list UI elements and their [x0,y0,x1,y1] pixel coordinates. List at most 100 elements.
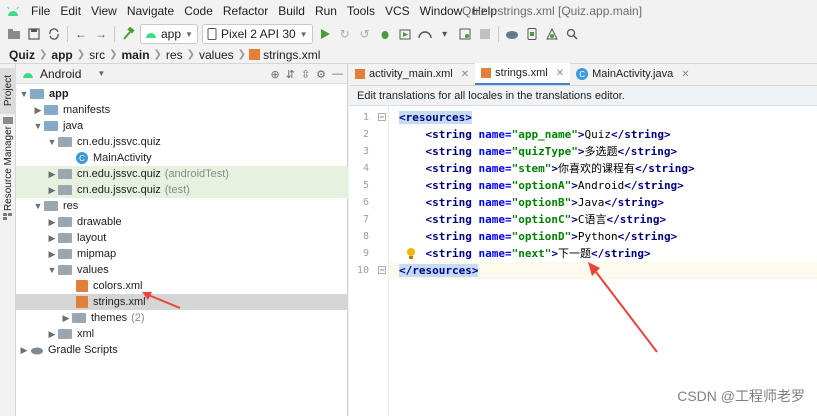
debug-icon[interactable] [375,24,395,44]
chevron-right-icon[interactable]: ▶ [46,169,58,180]
forward-icon[interactable]: → [91,24,111,44]
chevron-down-icon[interactable]: ▼ [18,89,30,99]
tree-item-themes[interactable]: ▶ themes (2) [16,310,348,326]
tree-item-package-androidtest[interactable]: ▶ cn.edu.jssvc.quiz (androidTest) [16,166,348,182]
tree-item-java[interactable]: ▼ java [16,118,348,134]
menu-file[interactable]: File [26,0,55,22]
chevron-down-icon[interactable]: ▼ [32,201,44,211]
breadcrumb: Quiz ❯ app ❯ src ❯ main ❯ res ❯ values ❯… [0,46,817,64]
breadcrumb-separator-icon: ❯ [109,49,118,60]
breadcrumb-item[interactable]: res [163,48,186,62]
code-line: <string name="optionC">C语言</string> [425,213,667,226]
minimize-icon[interactable]: — [332,68,343,80]
locate-icon[interactable]: ⊕ [270,68,279,81]
tree-item-res[interactable]: ▼ res [16,198,348,214]
search-icon[interactable] [562,24,582,44]
code-line: <string name="optionB">Java</string> [425,196,664,209]
attach-process-icon[interactable] [455,24,475,44]
device-dropdown[interactable]: Pixel 2 API 30 ▼ [201,24,313,44]
breadcrumb-item[interactable]: main [119,48,153,62]
tree-item-xml[interactable]: ▶ xml [16,326,348,342]
menu-code[interactable]: Code [179,0,218,22]
close-icon[interactable]: ✕ [461,69,469,80]
sync-icon[interactable] [44,24,64,44]
menu-window[interactable]: Window [415,0,468,22]
expand-all-icon[interactable]: ⇵ [286,68,295,81]
xml-file-icon [76,280,88,292]
tab-activity-main-xml[interactable]: activity_main.xml ✕ [349,63,475,85]
profile-icon[interactable] [415,24,435,44]
gear-icon[interactable]: ⚙ [316,68,326,81]
run-icon[interactable] [315,24,335,44]
tree-item-app[interactable]: ▼ app [16,86,348,102]
menu-vcs[interactable]: VCS [380,0,415,22]
chevron-down-icon[interactable]: ▼ [46,137,58,147]
close-icon[interactable]: ✕ [556,68,564,79]
string-value: C语言 [577,213,607,226]
tree-item-label: xml [77,328,95,340]
tree-item-mainactivity[interactable]: C MainActivity [16,150,348,166]
tree-item-label: res [63,200,79,212]
chevron-right-icon[interactable]: ▶ [46,329,58,340]
save-icon[interactable] [24,24,44,44]
breadcrumb-separator-icon: ❯ [76,49,86,60]
chevron-right-icon[interactable]: ▶ [46,249,58,260]
chevron-right-icon[interactable]: ▶ [46,217,58,228]
menu-run[interactable]: Run [310,0,342,22]
tree-item-label: cn.edu.jssvc.quiz [77,184,161,196]
make-project-hammer-icon[interactable] [118,24,138,44]
tree-item-layout[interactable]: ▶ layout [16,230,348,246]
close-icon[interactable]: ✕ [681,69,689,80]
run-config-dropdown[interactable]: app ▼ [140,24,198,44]
chevron-right-icon[interactable]: ▶ [32,105,44,116]
tree-item-gradle-scripts[interactable]: ▶ Gradle Scripts [16,342,348,358]
apply-changes-icon[interactable]: ↻ [335,24,355,44]
project-tool-tab[interactable]: Project [0,68,16,114]
menu-refactor[interactable]: Refactor [218,0,273,22]
tree-item-drawable[interactable]: ▶ drawable [16,214,348,230]
collapse-all-icon[interactable]: ⇳ [301,68,310,81]
chevron-down-icon[interactable]: ▼ [32,121,44,131]
breadcrumb-item[interactable]: strings.xml [263,48,323,62]
menu-build[interactable]: Build [273,0,310,22]
code-editor[interactable]: 1 2 3 4 5 6 7 8 9 10 <resources> <string… [349,106,817,416]
open-folder-icon[interactable] [4,24,24,44]
stop-icon[interactable] [475,24,495,44]
tree-item-mipmap[interactable]: ▶ mipmap [16,246,348,262]
coverage-icon[interactable] [395,24,415,44]
editor-tabs: activity_main.xml ✕ strings.xml ✕ C Main… [349,63,817,86]
code-line: </resources> [399,262,479,279]
project-view-mode-dropdown[interactable]: Android [40,67,81,81]
breadcrumb-item[interactable]: Quiz [6,48,38,62]
tree-item-values[interactable]: ▼ values [16,262,348,278]
sdk-manager-icon[interactable] [542,24,562,44]
menu-navigate[interactable]: Navigate [122,0,179,22]
resource-manager-tool-tab[interactable]: Resource Manager [0,126,16,211]
breadcrumb-item[interactable]: app [48,48,75,62]
attach-debugger-icon[interactable]: ▾ [435,24,455,44]
gradle-sync-icon[interactable] [502,24,522,44]
tab-mainactivity-java[interactable]: C MainActivity.java ✕ [570,63,696,85]
tree-item-manifests[interactable]: ▶ manifests [16,102,348,118]
chevron-down-icon[interactable]: ▼ [97,69,105,78]
menu-view[interactable]: View [86,0,122,22]
chevron-down-icon[interactable]: ▼ [46,265,58,275]
menu-edit[interactable]: Edit [55,0,86,22]
string-name: quizType [518,145,572,158]
avd-manager-icon[interactable] [522,24,542,44]
apply-code-changes-icon[interactable]: ↺ [355,24,375,44]
chevron-right-icon[interactable]: ▶ [46,233,58,244]
breadcrumb-item[interactable]: src [86,48,108,62]
breadcrumb-item[interactable]: values [196,48,237,62]
folder-icon [58,233,72,243]
tree-item-package[interactable]: ▼ cn.edu.jssvc.quiz [16,134,348,150]
tab-strings-xml[interactable]: strings.xml ✕ [475,63,571,85]
line-number: 8 [362,231,369,242]
menu-tools[interactable]: Tools [342,0,380,22]
back-icon[interactable]: ← [71,24,91,44]
chevron-right-icon[interactable]: ▶ [18,345,30,356]
chevron-right-icon[interactable]: ▶ [46,185,58,196]
chevron-right-icon[interactable]: ▶ [60,313,72,324]
tree-item-package-test[interactable]: ▶ cn.edu.jssvc.quiz (test) [16,182,348,198]
project-panel: Android ▼ ⊕ ⇵ ⇳ ⚙ — ▼ app ▶ manifests ▼ … [16,64,348,416]
